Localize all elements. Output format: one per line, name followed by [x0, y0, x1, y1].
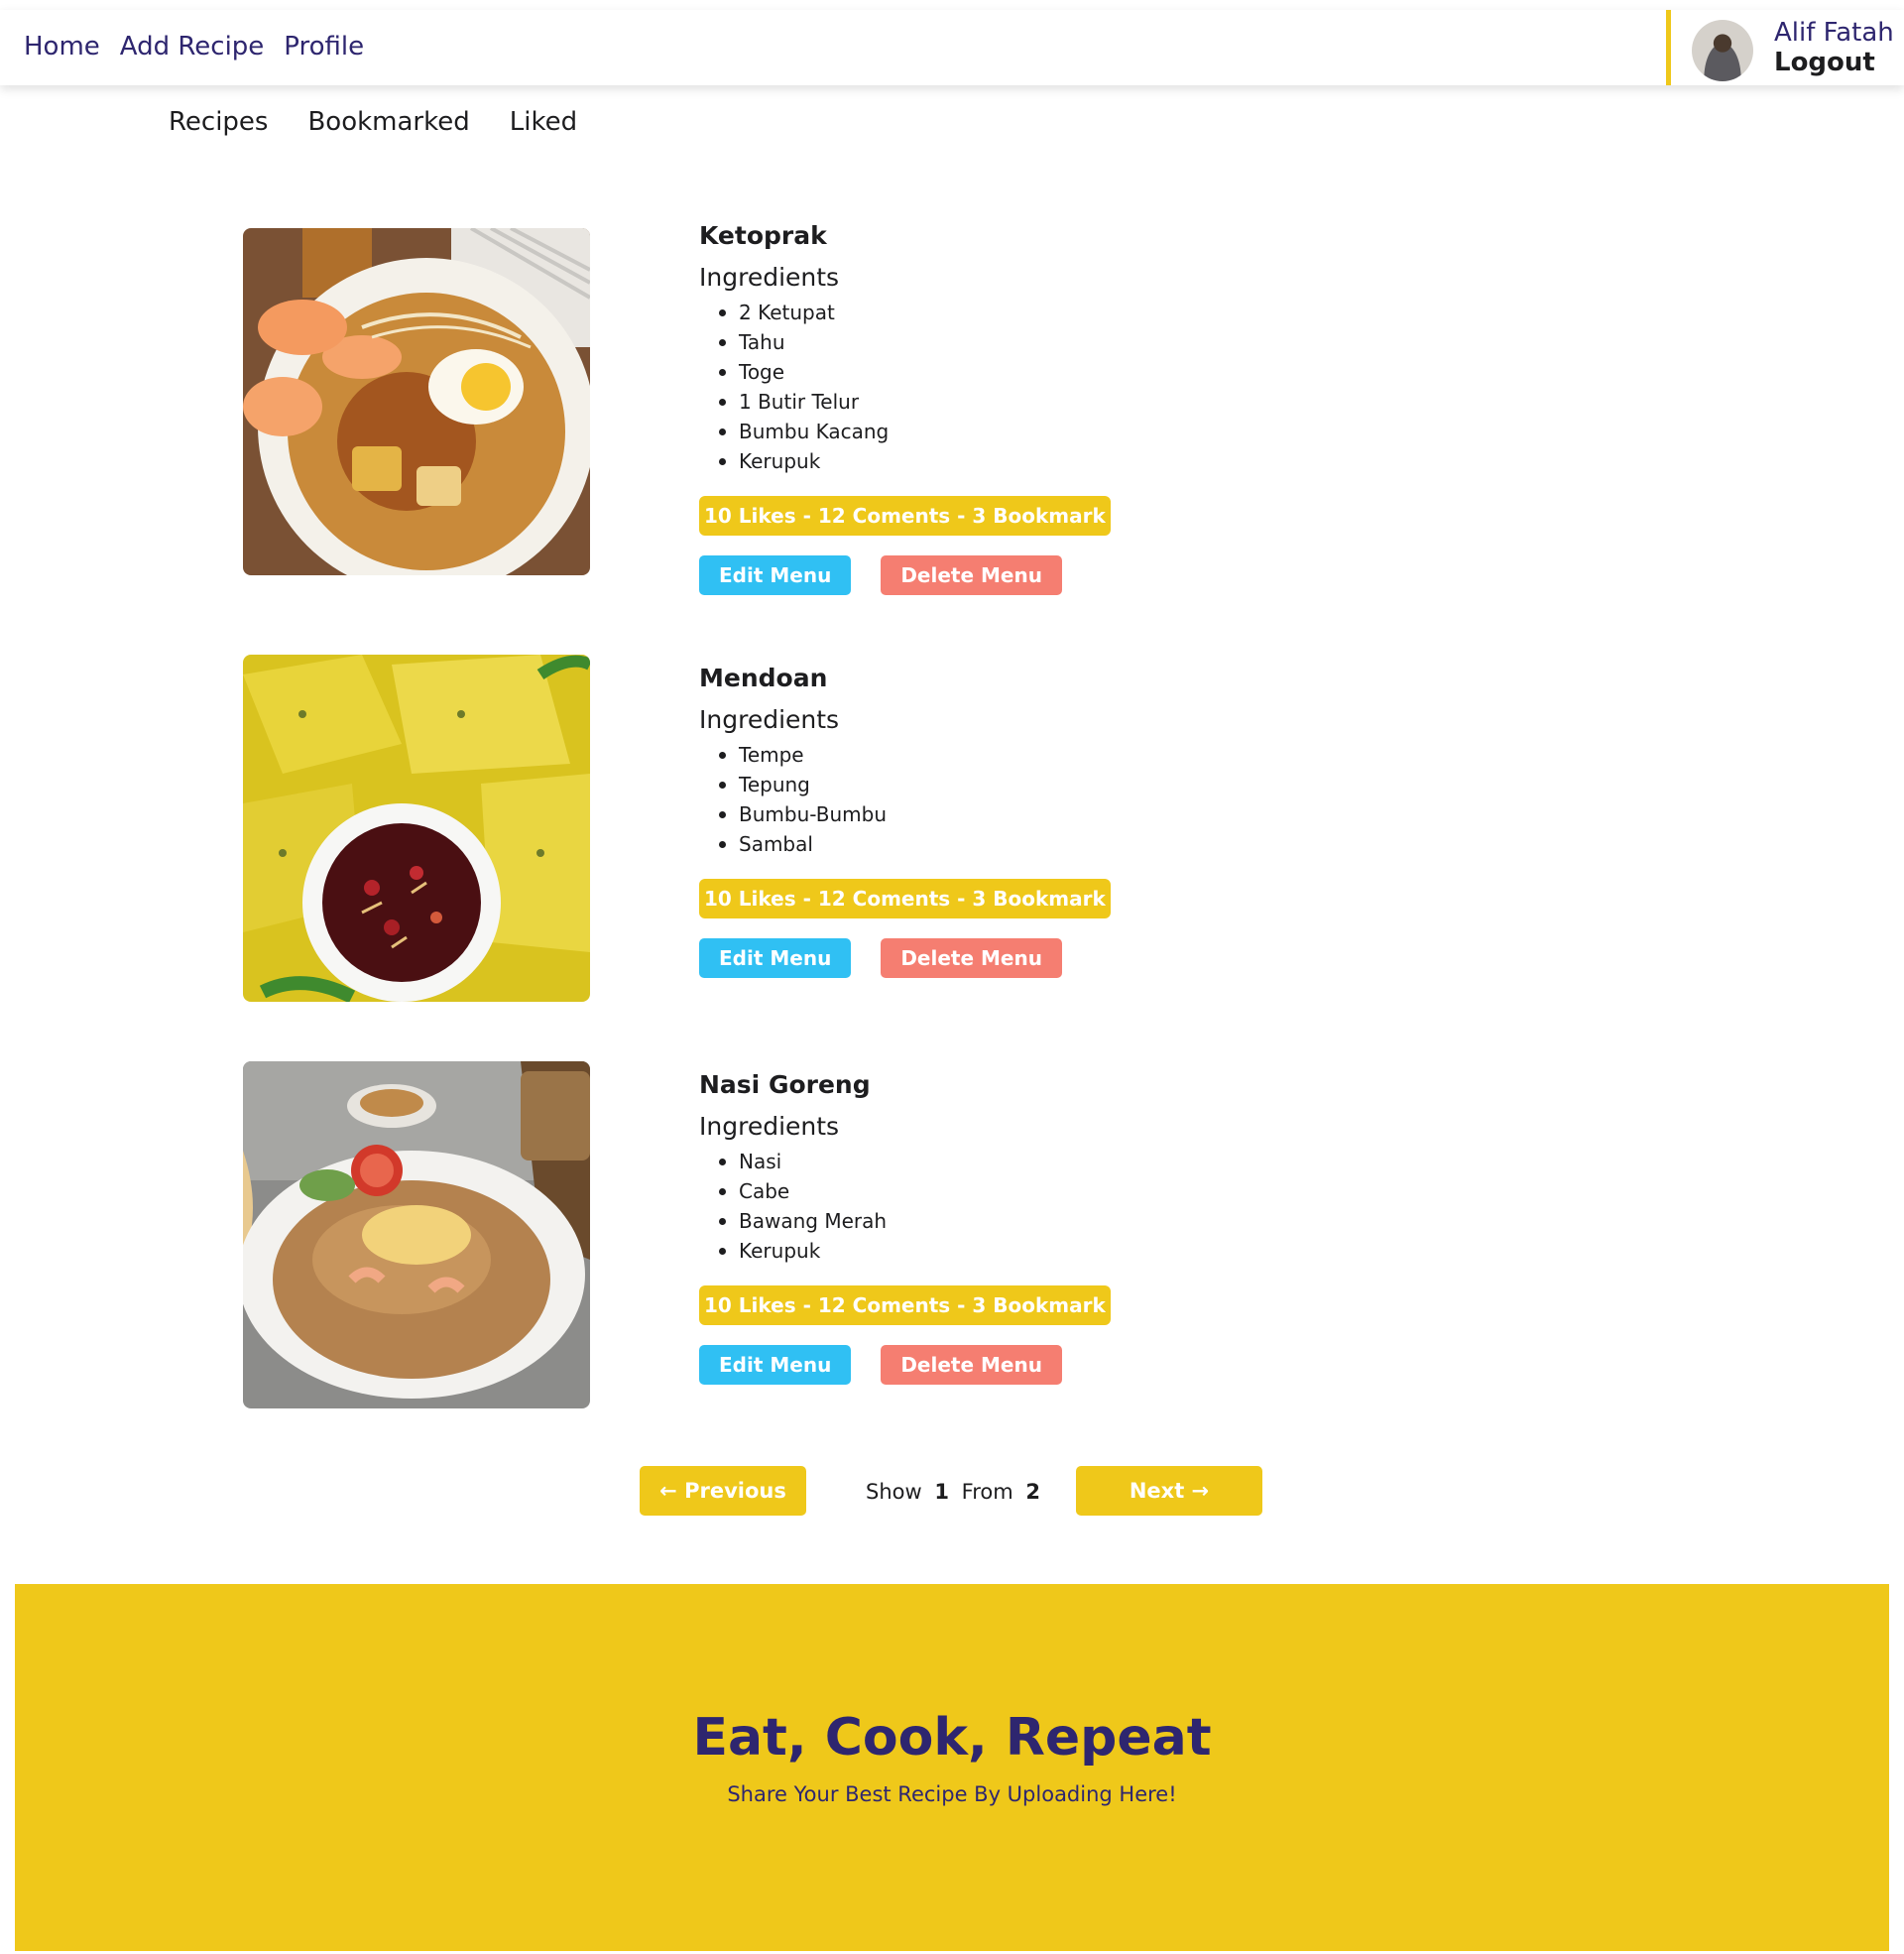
ingredient-item: Cabe	[699, 1176, 1215, 1206]
edit-menu-button[interactable]: Edit Menu	[699, 1345, 852, 1385]
ingredients-heading: Ingredients	[699, 1112, 840, 1141]
show-label: Show	[866, 1480, 922, 1504]
stats-badge: 10 Likes - 12 Coments - 3 Bookmark	[699, 496, 1111, 536]
tab-liked[interactable]: Liked	[510, 107, 577, 137]
ingredient-item: Kerupuk	[699, 1236, 1215, 1266]
stats-badge: 10 Likes - 12 Coments - 3 Bookmark	[699, 1285, 1111, 1325]
action-buttons: Edit Menu Delete Menu	[699, 1345, 1215, 1385]
stats-badge: 10 Likes - 12 Coments - 3 Bookmark	[699, 879, 1111, 918]
recipe-image-ketoprak[interactable]	[243, 228, 590, 575]
recipe-image-nasi-goreng[interactable]	[243, 1061, 590, 1408]
ingredients-list: Nasi Cabe Bawang Merah Kerupuk	[699, 1147, 1215, 1266]
footer-title: Eat, Cook, Repeat	[692, 1708, 1212, 1768]
footer-subtitle: Share Your Best Recipe By Uploading Here…	[727, 1782, 1177, 1806]
ingredient-item: Bumbu Kacang	[699, 417, 1215, 446]
ingredient-item: Kerupuk	[699, 446, 1215, 476]
next-label: Next	[1129, 1479, 1185, 1503]
delete-menu-button[interactable]: Delete Menu	[881, 1345, 1062, 1385]
ingredient-item: Bumbu-Bumbu	[699, 799, 1215, 829]
ingredient-item: Tahu	[699, 327, 1215, 357]
edit-menu-button[interactable]: Edit Menu	[699, 938, 852, 978]
recipe-info-ketoprak: Ketoprak Ingredients 2 Ketupat Tahu Toge…	[699, 220, 1215, 595]
recipe-title: Ketoprak	[699, 221, 827, 250]
ingredient-item: 1 Butir Telur	[699, 387, 1215, 417]
nav-links: Home Add Recipe Profile	[24, 32, 364, 61]
ingredient-item: Tempe	[699, 740, 1215, 770]
edit-menu-button[interactable]: Edit Menu	[699, 555, 852, 595]
nav-add-recipe-link[interactable]: Add Recipe	[120, 32, 265, 61]
arrow-right-icon: →	[1191, 1479, 1210, 1503]
navbar: Home Add Recipe Profile Alif Fatah Logou…	[0, 10, 1904, 85]
ingredients-heading: Ingredients	[699, 705, 840, 734]
arrow-left-icon: ←	[659, 1479, 677, 1503]
action-buttons: Edit Menu Delete Menu	[699, 555, 1215, 595]
next-page-button[interactable]: Next →	[1076, 1466, 1262, 1516]
ingredients-heading: Ingredients	[699, 263, 840, 292]
previous-label: Previous	[684, 1479, 786, 1503]
ingredient-item: Nasi	[699, 1147, 1215, 1176]
previous-page-button[interactable]: ← Previous	[640, 1466, 806, 1516]
nav-divider	[1666, 10, 1671, 85]
ingredient-item: Sambal	[699, 829, 1215, 859]
total-pages: 2	[1025, 1480, 1041, 1504]
logout-button[interactable]: Logout	[1774, 48, 1875, 77]
recipe-image-mendoan[interactable]	[243, 655, 590, 1002]
ingredients-list: Tempe Tepung Bumbu-Bumbu Sambal	[699, 740, 1215, 859]
ingredients-list: 2 Ketupat Tahu Toge 1 Butir Telur Bumbu …	[699, 298, 1215, 476]
current-page: 1	[934, 1480, 949, 1504]
ingredient-item: Toge	[699, 357, 1215, 387]
nav-home-link[interactable]: Home	[24, 32, 100, 61]
user-name: Alif Fatah	[1774, 18, 1894, 48]
recipe-title: Nasi Goreng	[699, 1070, 871, 1099]
footer: Eat, Cook, Repeat Share Your Best Recipe…	[15, 1584, 1889, 1951]
avatar[interactable]	[1692, 20, 1753, 81]
page-indicator: Show 1 From 2	[866, 1480, 1046, 1504]
tab-bookmarked[interactable]: Bookmarked	[307, 107, 469, 137]
delete-menu-button[interactable]: Delete Menu	[881, 555, 1062, 595]
action-buttons: Edit Menu Delete Menu	[699, 938, 1215, 978]
ingredient-item: Tepung	[699, 770, 1215, 799]
recipe-title: Mendoan	[699, 664, 828, 692]
ingredient-item: Bawang Merah	[699, 1206, 1215, 1236]
recipe-info-nasi-goreng: Nasi Goreng Ingredients Nasi Cabe Bawang…	[699, 1069, 1215, 1385]
from-label: From	[961, 1480, 1013, 1504]
ingredient-item: 2 Ketupat	[699, 298, 1215, 327]
profile-tabs: Recipes Bookmarked Liked	[169, 107, 577, 137]
tab-recipes[interactable]: Recipes	[169, 107, 268, 137]
nav-profile-link[interactable]: Profile	[284, 32, 364, 61]
delete-menu-button[interactable]: Delete Menu	[881, 938, 1062, 978]
recipe-info-mendoan: Mendoan Ingredients Tempe Tepung Bumbu-B…	[699, 663, 1215, 978]
